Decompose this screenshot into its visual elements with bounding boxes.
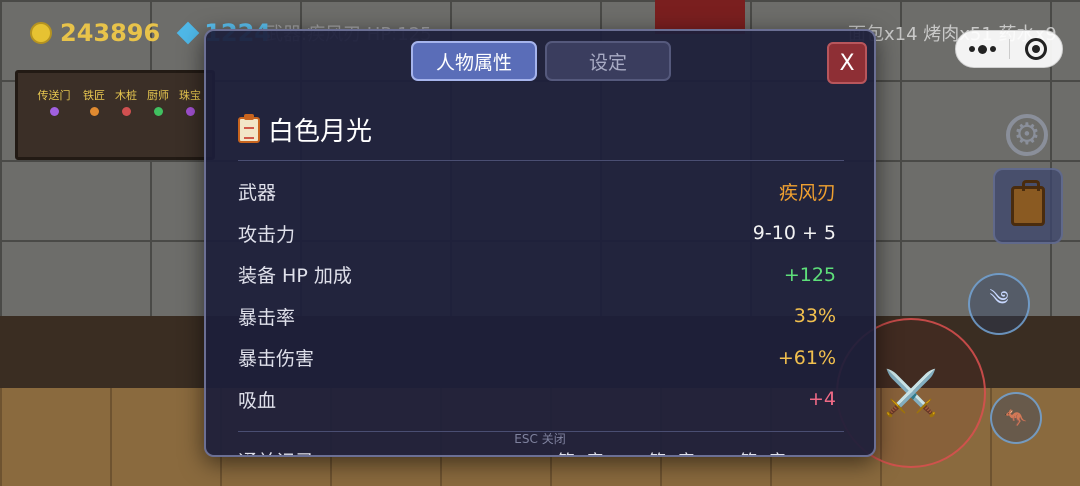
more-icon[interactable] [956,30,1009,68]
backpack-icon [1011,180,1045,226]
stat-value: 33% [793,305,836,328]
backpack-button[interactable] [993,168,1063,244]
clipboard-icon [238,113,260,143]
tab-settings[interactable]: 设定 [545,41,671,81]
jewel-icon [185,107,195,116]
stat-crit-damage: 暴击伤害 +61% [238,337,836,379]
teleporter-icon [49,107,59,116]
gem-icon [176,21,200,45]
dash-button[interactable]: ༄ [968,273,1030,335]
close-button[interactable]: X [827,42,867,84]
npc-label: 厨师 [147,89,169,102]
stat-label: 攻击力 [238,223,296,246]
jump-icon: 🦘 [1004,407,1028,429]
crossed-swords-icon: ⚔️ [883,368,939,419]
npc-label: 铁匠 [83,89,105,102]
character-name: 白色月光 [268,117,373,147]
stat-value: +4 [807,388,836,411]
gold-amount: 243896 [60,19,161,47]
clear-record-label: 通关记录 [238,447,314,455]
npc-shelf: 传送门 铁匠 木桩 厨师 珠宝 [15,70,215,160]
chef-icon [153,107,163,116]
stat-label: 武器 [238,182,277,205]
stat-label: 暴击伤害 [238,348,315,371]
npc-label: 木桩 [115,89,137,102]
stat-weapon: 武器 疾风刃 [238,171,836,213]
npc-teleporter[interactable]: 传送门 [34,87,74,116]
tab-character-attributes[interactable]: 人物属性 [411,41,537,81]
stat-lifesteal: 吸血 +4 [238,379,836,421]
character-title: 白色月光 [238,111,372,148]
stat-crit-rate: 暴击率 33% [238,296,836,338]
coin-icon [30,22,52,44]
clear-record-value: 第1章×10 第2章×21 第3章×222 [557,448,836,456]
stat-attack: 攻击力 9-10 + 5 [238,213,836,255]
stat-label: 装备 HP 加成 [238,265,352,288]
stat-value: +125 [783,263,836,286]
stat-label: 吸血 [238,389,277,412]
gear-icon[interactable] [1006,114,1048,156]
anvil-icon [89,107,99,116]
clear-record-row: 通关记录 第1章×10 第2章×21 第3章×222 [238,447,836,456]
stat-value: 疾风刃 [778,182,836,205]
stat-label: 暴击率 [238,306,296,329]
stat-value: +61% [777,346,836,369]
esc-hint: ESC 关闭 [514,432,566,446]
npc-label: 珠宝 [179,89,201,102]
dummy-icon [121,107,131,116]
exit-icon[interactable] [1009,30,1062,68]
dialog-tabs: 人物属性 设定 [411,41,671,81]
npc-label: 传送门 [37,89,71,102]
character-attributes-dialog: 人物属性 设定 X 白色月光 武器 疾风刃 攻击力 9-10 + 5 装备 HP… [204,29,876,457]
stat-value: 9-10 + 5 [752,222,836,245]
miniprogram-capsule [955,30,1063,68]
stats-list: 武器 疾风刃 攻击力 9-10 + 5 装备 HP 加成 +125 暴击率 33… [238,171,836,420]
title-divider [238,160,844,161]
jump-button[interactable]: 🦘 [990,392,1042,444]
dash-icon: ༄ [989,286,1009,310]
stat-hp-bonus: 装备 HP 加成 +125 [238,254,836,296]
